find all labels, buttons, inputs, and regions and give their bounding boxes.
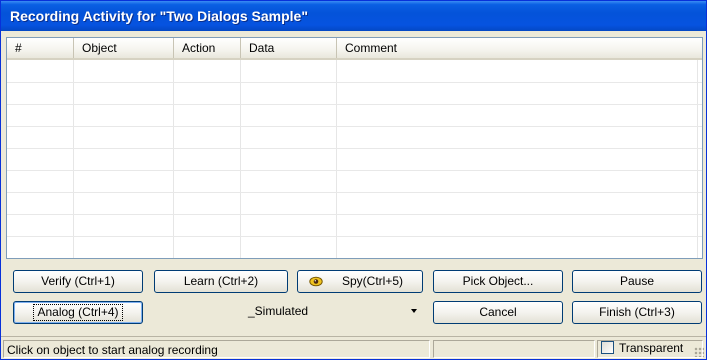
transparent-label[interactable]: Transparent — [619, 340, 683, 356]
grid-row-line — [7, 236, 702, 237]
status-pane-empty — [433, 340, 595, 358]
transparent-checkbox[interactable] — [601, 341, 614, 354]
grid-header: # Object Action Data Comment — [7, 38, 702, 60]
grid-column-divider — [336, 60, 337, 258]
recording-grid[interactable]: # Object Action Data Comment — [6, 37, 703, 259]
window-title: Recording Activity for "Two Dialogs Samp… — [10, 8, 308, 24]
grid-row-line — [7, 104, 702, 105]
recording-activity-window: Recording Activity for "Two Dialogs Samp… — [0, 0, 707, 360]
finish-button[interactable]: Finish (Ctrl+3) — [572, 301, 702, 324]
status-message-pane: Click on object to start analog recordin… — [3, 340, 430, 358]
grid-row-line — [7, 214, 702, 215]
analog-button[interactable]: Analog (Ctrl+4) — [13, 301, 143, 324]
column-header-action[interactable]: Action — [174, 38, 241, 58]
grid-column-divider — [73, 60, 74, 258]
grid-row-line — [7, 192, 702, 193]
status-message: Click on object to start analog recordin… — [7, 343, 218, 357]
status-bar: Click on object to start analog recordin… — [1, 336, 706, 359]
grid-row-line — [7, 126, 702, 127]
mode-select[interactable]: _Simulated — [156, 301, 423, 322]
spy-button-label: Spy(Ctrl+5) — [342, 274, 404, 288]
learn-button[interactable]: Learn (Ctrl+2) — [154, 270, 288, 293]
verify-button[interactable]: Verify (Ctrl+1) — [13, 270, 143, 293]
pick-object-button[interactable]: Pick Object... — [433, 270, 563, 293]
grid-row-line — [7, 82, 702, 83]
column-header-data[interactable]: Data — [241, 38, 337, 58]
column-header-object[interactable]: Object — [74, 38, 174, 58]
spy-button[interactable]: Spy(Ctrl+5) — [297, 270, 423, 293]
column-header-comment[interactable]: Comment — [337, 38, 698, 58]
grid-column-divider — [173, 60, 174, 258]
resize-grip[interactable] — [694, 347, 704, 357]
analog-button-label: Analog (Ctrl+4) — [33, 304, 123, 321]
pause-button[interactable]: Pause — [572, 270, 702, 293]
cancel-button[interactable]: Cancel — [433, 301, 563, 324]
grid-row-line — [7, 148, 702, 149]
column-header-number[interactable]: # — [7, 38, 74, 58]
eye-icon — [309, 276, 323, 287]
grid-column-divider — [697, 60, 698, 258]
chevron-down-icon[interactable] — [411, 309, 417, 313]
grid-row-line — [7, 170, 702, 171]
grid-column-divider — [240, 60, 241, 258]
window-titlebar[interactable]: Recording Activity for "Two Dialogs Samp… — [1, 1, 706, 31]
mode-select-value: _Simulated — [248, 304, 309, 318]
